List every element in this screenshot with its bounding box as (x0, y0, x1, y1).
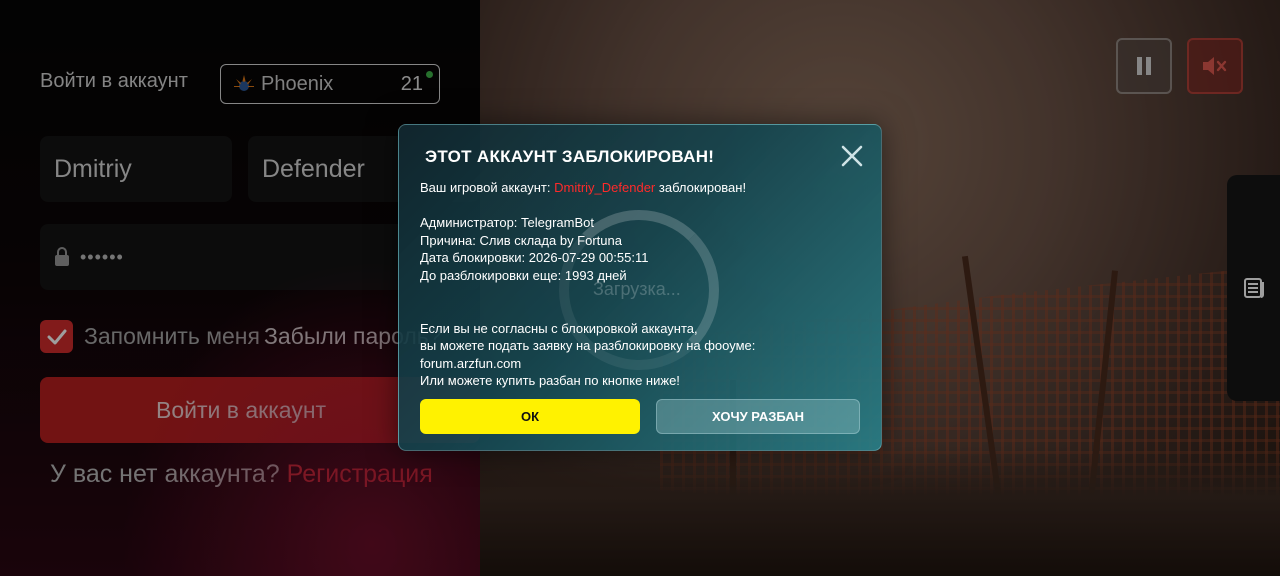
dialog-title: ЭТОТ АККАУНТ ЗАБЛОКИРОВАН! (425, 147, 715, 166)
account-line-prefix: Ваш игровой аккаунт: (420, 180, 555, 195)
forum-link[interactable]: forum.arzfun.com (420, 355, 521, 373)
remaining-line: До разблокировки еще: 1993 дней (420, 268, 627, 283)
buy-unban-button[interactable]: ХОЧУ РАЗБАН (656, 399, 860, 434)
close-icon (841, 145, 863, 167)
ban-dialog: Загрузка... ЭТОТ АККАУНТ ЗАБЛОКИРОВАН! В… (398, 124, 882, 451)
account-line-suffix: заблокирован! (655, 180, 747, 195)
admin-line: Администратор: TelegramBot (420, 215, 594, 230)
appeal-line-1: Если вы не согласны с блокировкой аккаун… (420, 321, 698, 336)
account-line: Ваш игровой аккаунт: Dmitriy_Defender за… (420, 179, 746, 197)
reason-line: Причина: Слив склада by Fortuna (420, 233, 622, 248)
ok-button[interactable]: ОК (420, 399, 640, 434)
close-button[interactable] (839, 143, 865, 169)
appeal-line-2: вы можете подать заявку на разблокировку… (420, 338, 756, 353)
appeal-line-4: Или можете купить разбан по кнопке ниже! (420, 373, 680, 388)
blocked-account-name: Dmitriy_Defender (554, 180, 656, 195)
ban-date-line: Дата блокировки: 2026-07-29 00:55:11 (420, 250, 649, 265)
